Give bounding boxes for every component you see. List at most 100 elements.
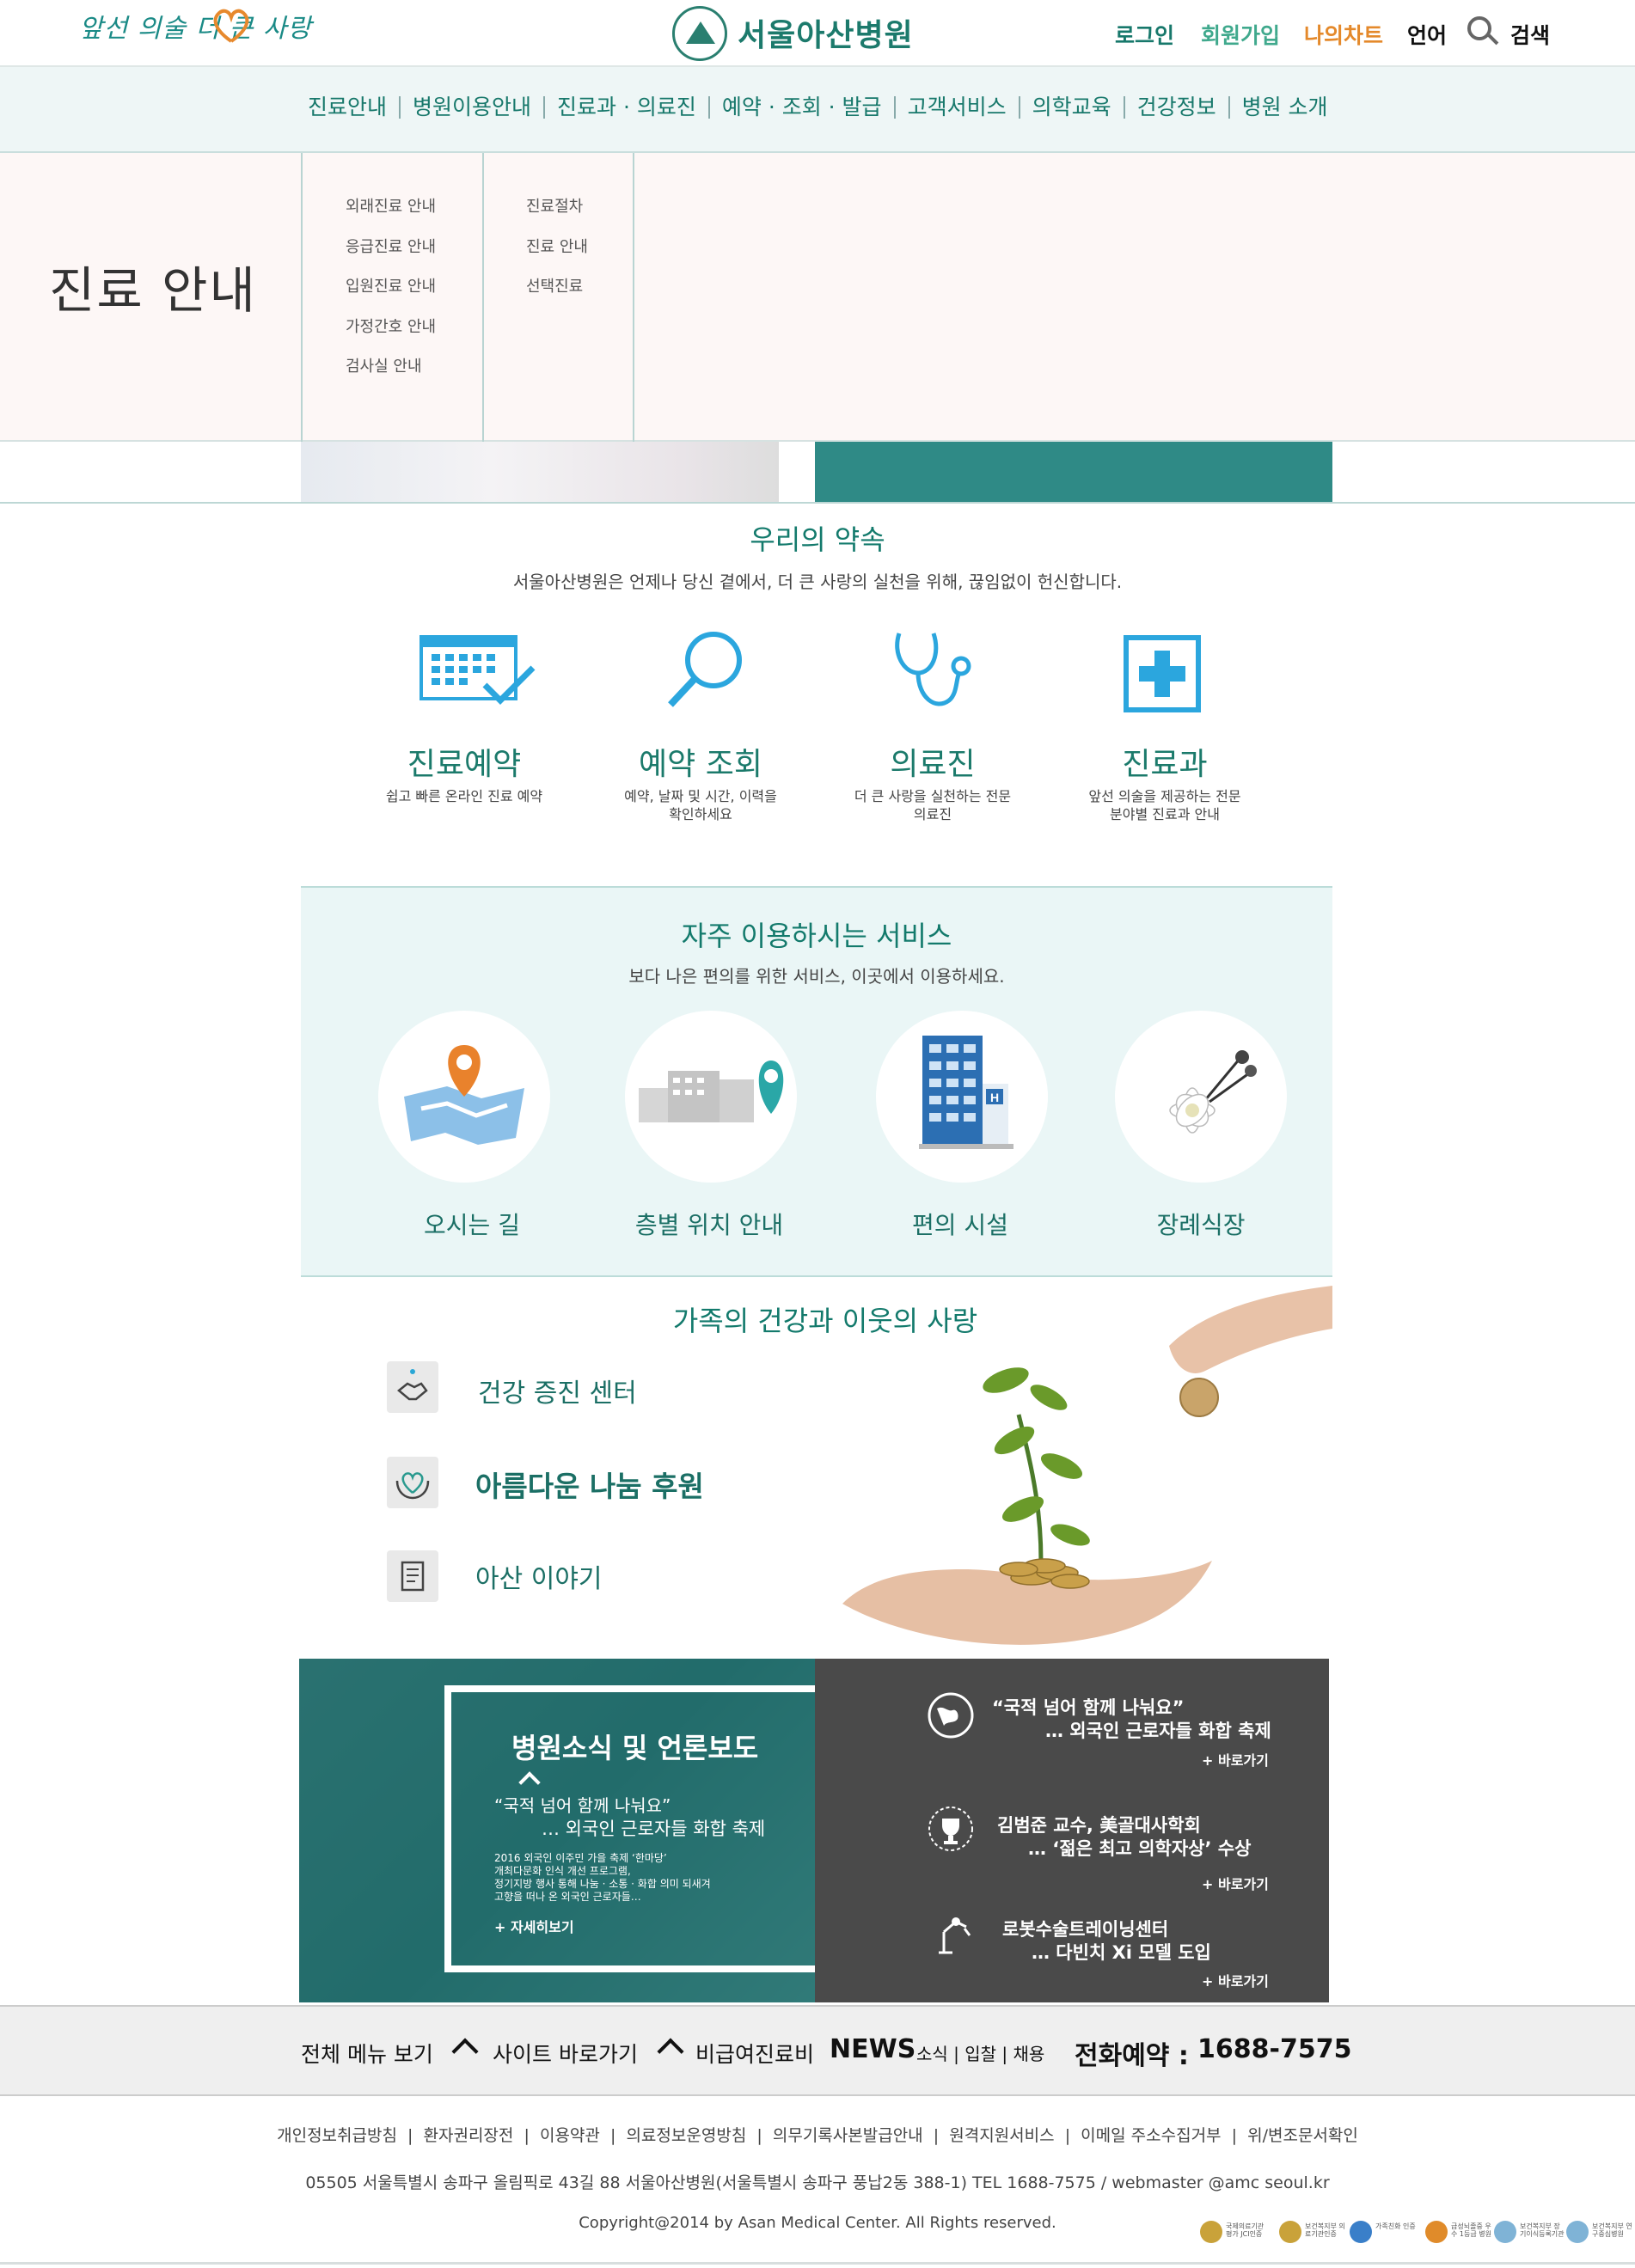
news-sub-links[interactable]: 소식 | 입찰 | 채용 <box>916 2040 1044 2065</box>
all-menu-link[interactable]: 전체 메뉴 보기 <box>301 2038 433 2069</box>
search-icon[interactable] <box>1467 16 1491 40</box>
services-subtitle: 보다 나은 편의를 위한 서비스, 이곳에서 이용하세요. <box>628 966 1005 987</box>
news-label: NEWS <box>830 2034 916 2064</box>
footer-link-0[interactable]: 개인정보취급방침 <box>277 2126 397 2145</box>
robot-surgery-icon <box>939 1917 971 1954</box>
divider <box>301 153 303 442</box>
gnb-item-7[interactable]: 병원 소개 <box>1230 96 1340 119</box>
stethoscope-icon[interactable] <box>892 628 978 714</box>
hospital-logo-icon[interactable] <box>672 6 727 61</box>
promise-subtitle: 서울아산병원은 언제나 당신 곁에서, 더 큰 사랑의 실천을 위해, 끊임없이… <box>512 572 1123 592</box>
divider <box>633 153 634 442</box>
quick-bar: 전체 메뉴 보기 사이트 바로가기 비급여진료비 NEWS 소식 | 입찰 | … <box>0 2005 1635 2096</box>
promise-card-title-1[interactable]: 예약 조회 <box>593 739 808 784</box>
login-link[interactable]: 로그인 <box>1115 19 1174 50</box>
chevron-up-icon[interactable] <box>451 2038 479 2065</box>
certification-badge-text: 보건복지부 의료기관인증 <box>1305 2222 1345 2238</box>
my-chart-link[interactable]: 나의차트 <box>1304 19 1383 50</box>
promise-title: 우리의 약속 <box>750 523 885 556</box>
mega-col1-item-0[interactable]: 외래진료 안내 <box>346 194 436 217</box>
separator: | <box>746 2126 773 2145</box>
search-link[interactable]: 검색 <box>1510 19 1550 50</box>
certification-badge-icon <box>1494 2221 1516 2243</box>
news-item-2-sub[interactable]: … ‘젊은 최고 의학자상’ 수상 <box>1028 1837 1251 1861</box>
service-label-2[interactable]: 편의 시설 <box>853 1207 1068 1241</box>
service-label-0[interactable]: 오시는 길 <box>364 1207 579 1241</box>
news-box-headline-1: “국적 넘어 함께 나눠요” <box>494 1795 671 1816</box>
document-icon[interactable] <box>387 1550 438 1602</box>
amenities-card[interactable]: H <box>876 1011 1048 1183</box>
footer-link-1[interactable]: 환자권리장전 <box>424 2126 514 2145</box>
footer-link-5[interactable]: 원격지원서비스 <box>949 2126 1054 2145</box>
family-item-health-center[interactable]: 건강 증진 센터 <box>478 1372 637 1409</box>
mega-col1-item-3[interactable]: 가정간호 안내 <box>346 315 436 337</box>
handshake-icon[interactable] <box>387 1361 438 1413</box>
news-item-3-link[interactable]: + 바로가기 <box>1202 1970 1269 1990</box>
family-item-asan-story[interactable]: 아산 이야기 <box>475 1557 603 1595</box>
mega-col1-item-4[interactable]: 검사실 안내 <box>346 354 422 376</box>
mega-menu-title: 진료 안내 <box>49 261 257 320</box>
gnb-item-6[interactable]: 건강정보 <box>1125 96 1230 119</box>
divider <box>482 153 484 442</box>
gnb-item-2[interactable]: 진료과 · 의료진 <box>545 96 710 119</box>
phone-number[interactable]: 1688-7575 <box>1197 2034 1351 2064</box>
news-box-title: 병원소식 및 언론보도 <box>511 1732 759 1764</box>
magnifier-icon[interactable] <box>662 627 748 713</box>
mega-col2-item-1[interactable]: 진료 안내 <box>526 235 588 257</box>
promise-card-title-0[interactable]: 진료예약 <box>357 739 572 784</box>
map-pin-icon <box>404 1045 524 1145</box>
gnb-item-4[interactable]: 고객서비스 <box>896 96 1020 119</box>
hospital-building-icon: H <box>919 1036 1013 1149</box>
gnb-item-1[interactable]: 병원이용안내 <box>401 96 546 119</box>
gnb-item-0[interactable]: 진료안내 <box>308 96 401 119</box>
news-item-3-sub[interactable]: … 다빈치 Xi 모델 도입 <box>1032 1941 1211 1965</box>
promise-card-title-2[interactable]: 의료진 <box>825 739 1040 784</box>
floor-guide-card[interactable] <box>625 1011 797 1183</box>
chevron-up-icon[interactable] <box>657 2038 684 2065</box>
family-item-donation[interactable]: 아름다운 나눔 후원 <box>475 1464 704 1505</box>
separator: | <box>1221 2126 1248 2145</box>
join-link[interactable]: 회원가입 <box>1201 19 1280 50</box>
calendar-check-icon[interactable] <box>419 630 536 707</box>
mega-col1-item-1[interactable]: 응급진료 안내 <box>346 235 436 257</box>
funeral-hall-card[interactable] <box>1115 1011 1287 1183</box>
news-box-body-line: 개최다문화 인식 개선 프로그램, <box>494 1865 631 1877</box>
language-link[interactable]: 언어 <box>1407 19 1447 50</box>
news-box-headline-2: … 외국인 근로자들 화합 축제 <box>542 1819 766 1839</box>
footer-link-6[interactable]: 이메일 주소수집거부 <box>1081 2126 1221 2145</box>
site-shortcut-link[interactable]: 사이트 바로가기 <box>493 2038 638 2069</box>
news-item-1-link[interactable]: + 바로가기 <box>1202 1749 1269 1770</box>
non-covered-fee-link[interactable]: 비급여진료비 <box>695 2038 814 2069</box>
news-feature-box[interactable]: 병원소식 및 언론보도 “국적 넘어 함께 나눠요” … 외국인 근로자들 화합… <box>444 1685 871 1972</box>
building-location-icon <box>639 1061 784 1122</box>
gnb-item-5[interactable]: 의학교육 <box>1020 96 1125 119</box>
news-item-2-link[interactable]: + 바로가기 <box>1202 1873 1269 1893</box>
news-box-more-link[interactable]: + 자세히보기 <box>494 1916 574 1936</box>
separator: | <box>513 2126 540 2145</box>
hospital-logo-text[interactable]: 서울아산병원 <box>738 10 914 55</box>
separator: | <box>1054 2126 1081 2145</box>
mega-col2-item-0[interactable]: 진료절차 <box>526 194 583 217</box>
news-item-1-title[interactable]: “국적 넘어 함께 나눠요” <box>992 1696 1184 1720</box>
directions-card[interactable] <box>378 1011 550 1183</box>
main-navigation: 진료안내 병원이용안내 진료과 · 의료진 예약 · 조회 · 발급 고객서비스 의학교육… <box>0 67 1635 153</box>
footer-link-4[interactable]: 의무기록사본발급안내 <box>773 2126 923 2145</box>
news-item-3-title[interactable]: 로봇수술트레이닝센터 <box>1002 1918 1168 1941</box>
chevron-up-icon <box>518 1771 541 1794</box>
footer-link-3[interactable]: 의료정보운영방침 <box>626 2126 746 2145</box>
gnb-item-3[interactable]: 예약 · 조회 · 발급 <box>710 96 896 119</box>
promise-card-desc-1: 예약, 날짜 및 시간, 이력을 확인하세요 <box>624 788 777 822</box>
news-item-2-title[interactable]: 김범준 교수, 美골대사학회 <box>997 1814 1201 1837</box>
news-item-1-sub[interactable]: … 외국인 근로자들 화합 축제 <box>1045 1720 1271 1743</box>
medical-cross-icon[interactable] <box>1124 635 1201 712</box>
service-label-3[interactable]: 장례식장 <box>1093 1207 1308 1241</box>
mega-col2-item-2[interactable]: 선택진료 <box>526 274 583 296</box>
footer-link-7[interactable]: 위/변조문서확인 <box>1247 2126 1358 2145</box>
globe-icon <box>928 1692 974 1739</box>
heart-hands-icon[interactable] <box>387 1457 438 1508</box>
services-title: 자주 이용하시는 서비스 <box>681 920 952 952</box>
footer-link-2[interactable]: 이용약관 <box>540 2126 600 2145</box>
promise-card-title-3[interactable]: 진료과 <box>1057 739 1272 784</box>
mega-col1-item-2[interactable]: 입원진료 안내 <box>346 274 436 296</box>
service-label-1[interactable]: 층별 위치 안내 <box>602 1207 817 1241</box>
